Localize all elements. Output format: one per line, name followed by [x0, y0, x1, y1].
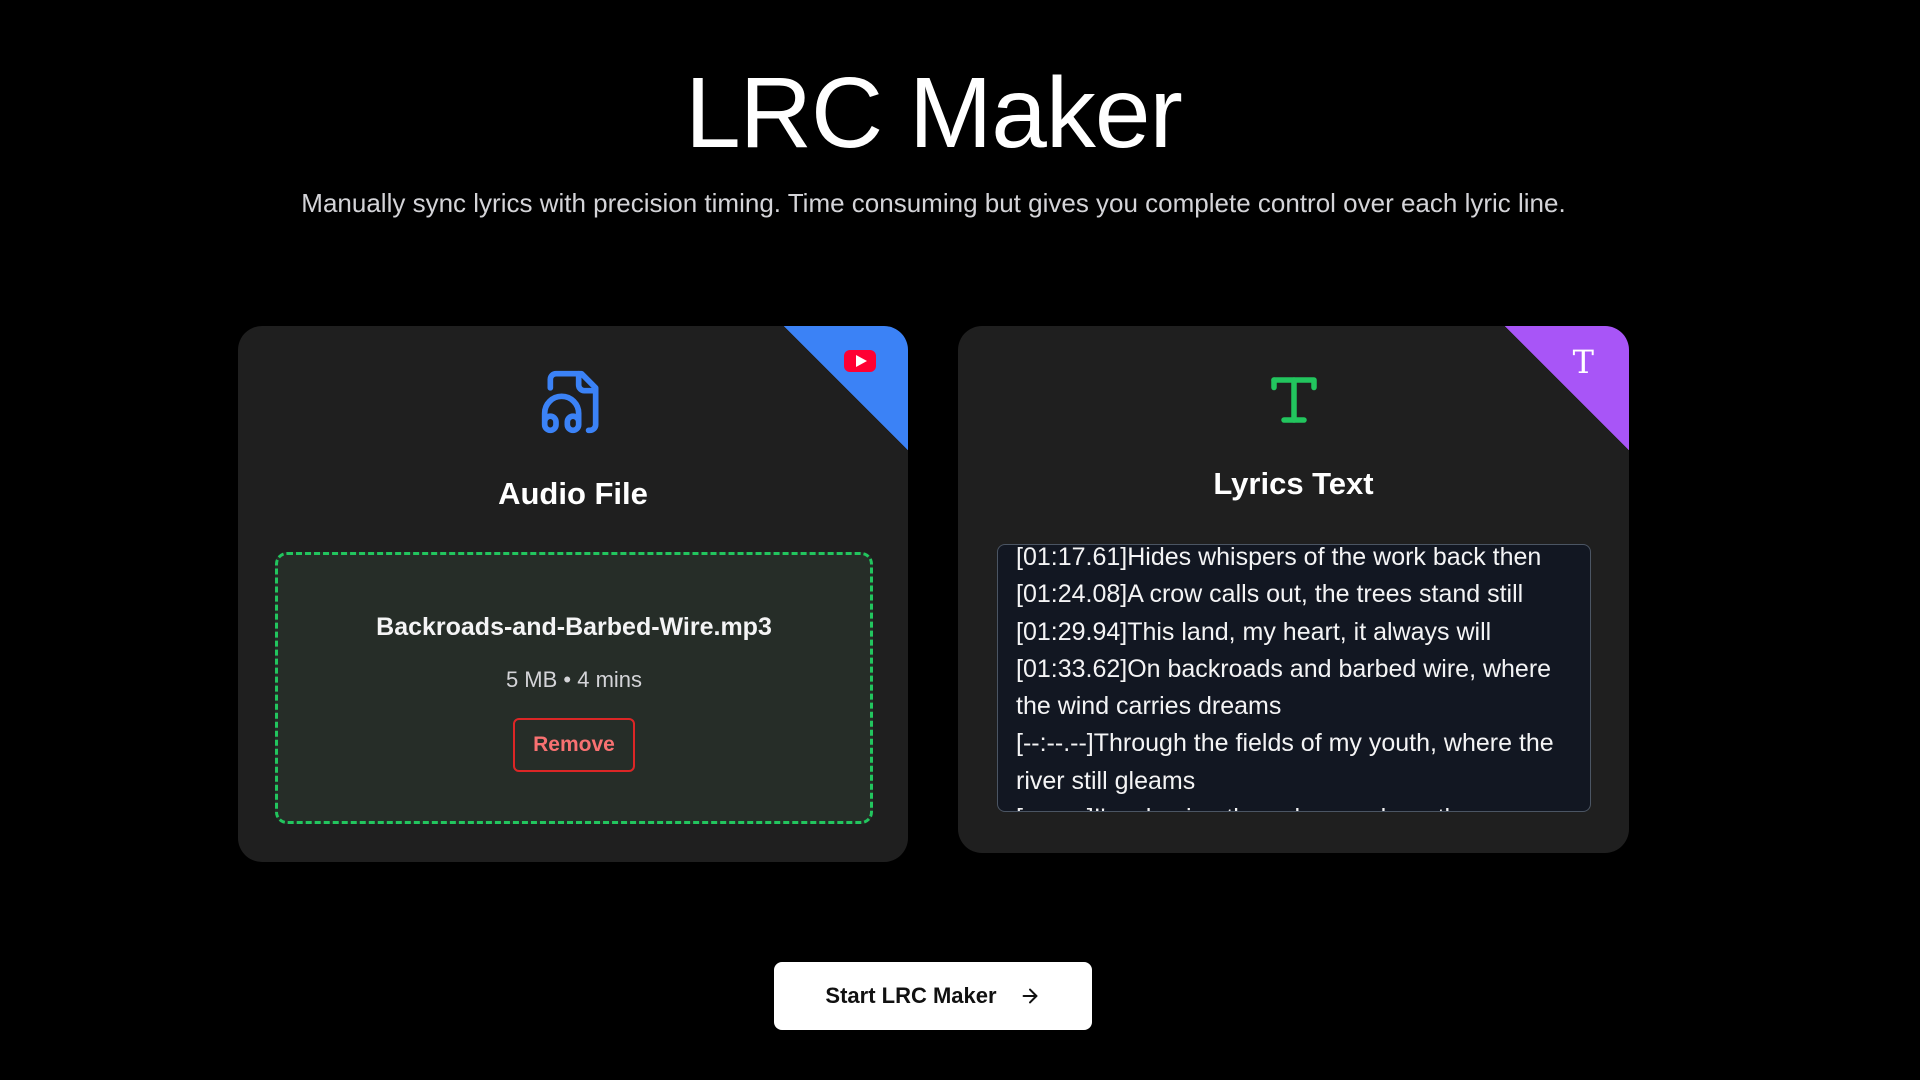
audio-dropzone[interactable]: Backroads-and-Barbed-Wire.mp3 5 MB • 4 m…	[275, 552, 873, 824]
lyric-line: [01:17.61]Hides whispers of the work bac…	[1016, 544, 1542, 571]
lyrics-textarea[interactable]: [01:17.61]Hides whispers of the work bac…	[997, 544, 1591, 812]
page: LRC Maker Manually sync lyrics with prec…	[0, 0, 1920, 1080]
lyric-line: [--:--.--]Through the fields of my youth…	[1016, 729, 1554, 795]
lyric-line: [--:--.--]I'm chasing the echoes, where …	[1016, 800, 1576, 811]
text-icon	[1270, 377, 1317, 423]
start-lrc-maker-button[interactable]: Start LRC Maker	[774, 962, 1092, 1030]
remove-button[interactable]: Remove	[513, 718, 635, 772]
lyric-line: [01:24.08]A crow calls out, the trees st…	[1016, 580, 1524, 609]
page-subtitle: Manually sync lyrics with precision timi…	[301, 188, 1566, 218]
lyrics-corner-badge[interactable]: T	[1505, 326, 1629, 450]
audio-file-card[interactable]: Audio File Backroads-and-Barbed-Wire.mp3…	[238, 326, 908, 862]
lyrics-text-card[interactable]: T Lyrics Text [01:17.61]Hides whispers o…	[958, 326, 1629, 853]
lyric-line: [01:33.62]On backroads and barbed wire, …	[1016, 654, 1552, 721]
file-meta: 5 MB • 4 mins	[505, 667, 643, 692]
youtube-icon[interactable]	[844, 350, 876, 372]
audio-corner-badge[interactable]	[784, 326, 908, 450]
page-title: LRC Maker	[685, 57, 1183, 169]
audio-card-title: Audio File	[498, 476, 648, 511]
start-button-label: Start LRC Maker	[825, 983, 997, 1008]
arrow-right-icon	[1022, 988, 1038, 1004]
lyrics-card-title: Lyrics Text	[1213, 466, 1374, 501]
file-name: Backroads-and-Barbed-Wire.mp3	[376, 613, 772, 641]
text-icon[interactable]: T	[1573, 344, 1594, 380]
lyrics-content: [01:17.61]Hides whispers of the work bac…	[1016, 544, 1576, 811]
file-audio-icon	[541, 370, 599, 434]
lyric-line: [01:29.94]This land, my heart, it always…	[1016, 617, 1492, 646]
